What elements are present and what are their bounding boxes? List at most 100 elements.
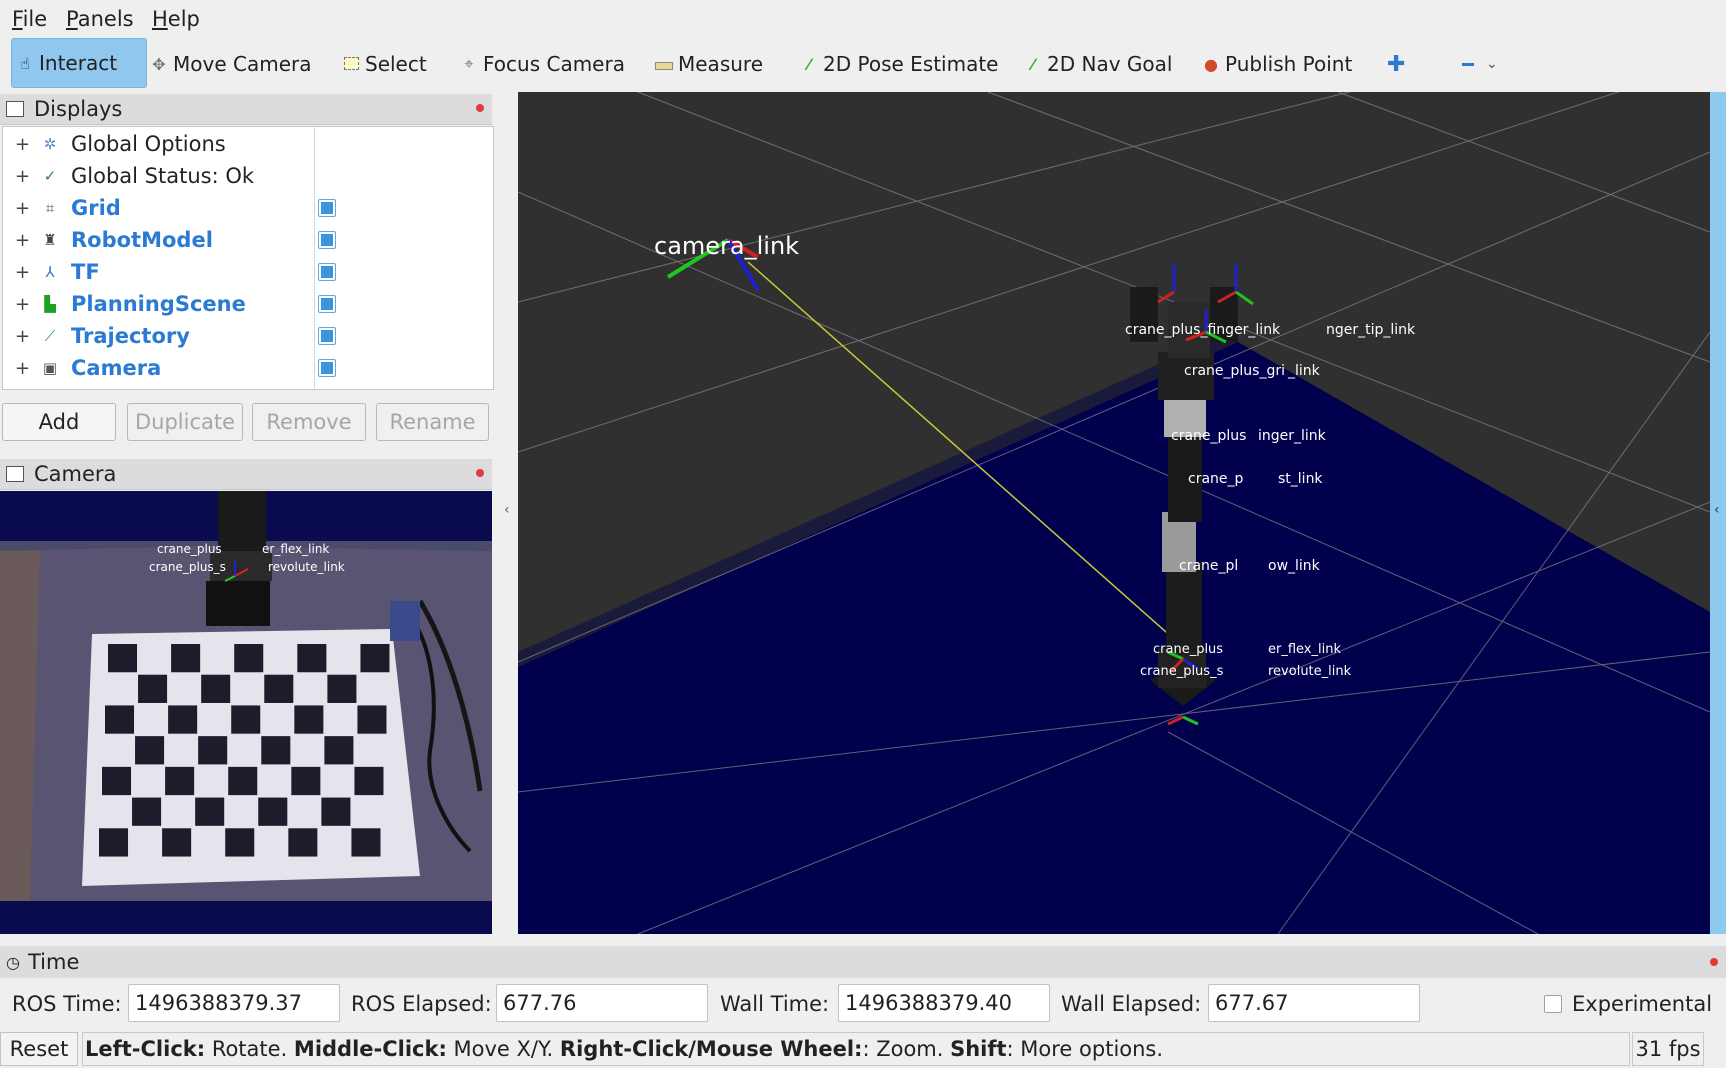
interact-tool-button[interactable]: ☝ Interact (11, 38, 147, 88)
selection-box-icon (342, 55, 360, 74)
frame-label-shoulder-revolute-suffix: revolute_link (1268, 664, 1352, 679)
move-camera-tool-button[interactable]: ✥ Move Camera (150, 38, 311, 90)
display-row-global-options[interactable]: + ✲ Global Options (3, 128, 493, 160)
frame-label-moving-finger: crane_plus (1171, 428, 1246, 444)
frame-label-moving-finger-suffix: inger_link (1258, 428, 1327, 444)
planningscene-enabled-checkbox[interactable] (318, 295, 336, 313)
chevron-left-icon[interactable]: ‹ (1714, 502, 1720, 518)
camera-overlay-label: crane_plus (157, 542, 222, 556)
expand-icon[interactable]: + (15, 166, 30, 187)
grid-enabled-checkbox[interactable] (318, 199, 336, 217)
expand-icon[interactable]: + (15, 262, 30, 283)
wall-elapsed-field[interactable]: 677.67 (1208, 984, 1420, 1022)
camera-image-view[interactable]: crane_plus er_flex_link crane_plus_s rev… (0, 491, 492, 934)
expand-icon[interactable]: + (15, 134, 30, 155)
wall-time-field[interactable]: 1496388379.40 (838, 984, 1050, 1022)
display-row-camera[interactable]: + ▣ Camera (3, 352, 493, 384)
add-tool-button[interactable]: ✚ (1387, 38, 1405, 90)
publish-point-tool-button[interactable]: ● Publish Point (1202, 38, 1352, 90)
expand-icon[interactable]: + (15, 294, 30, 315)
close-icon[interactable] (476, 469, 484, 477)
display-row-tf[interactable]: + ⅄ TF (3, 256, 493, 288)
ros-time-label: ROS Time: (12, 992, 122, 1016)
chevron-down-icon: ⌄ (1486, 56, 1498, 72)
move-arrows-icon: ✥ (152, 54, 166, 74)
ros-time-field[interactable]: 1496388379.37 (128, 984, 340, 1022)
axes-icon: ⅄ (45, 263, 55, 281)
checker-square (288, 828, 318, 857)
robotmodel-enabled-checkbox[interactable] (318, 231, 336, 249)
green-arrow-icon: ⁄ (807, 54, 811, 74)
frame-label-finger-tip: crane_plus_finger_link (1125, 322, 1281, 338)
menu-bar: File Panels Help (0, 0, 1726, 38)
menu-file[interactable]: File (12, 7, 47, 31)
camera-overlay-label: revolute_link (268, 560, 345, 574)
expand-icon[interactable]: + (15, 198, 30, 219)
tf-enabled-checkbox[interactable] (318, 263, 336, 281)
checker-square (171, 644, 201, 673)
chevron-left-icon[interactable]: ‹ (504, 502, 510, 518)
menu-panels[interactable]: Panels (66, 7, 134, 31)
camera-panel-title: Camera (34, 462, 117, 486)
checker-square (225, 828, 255, 857)
frame-label-shoulder-flex: crane_plus (1153, 642, 1223, 657)
display-row-robotmodel[interactable]: + ♜ RobotModel (3, 224, 493, 256)
menu-help[interactable]: Help (152, 7, 200, 31)
checker-square (354, 766, 384, 796)
reset-button[interactable]: Reset (0, 1032, 78, 1066)
remove-tool-button[interactable]: ⌄ (1462, 38, 1498, 90)
checker-square (234, 644, 264, 673)
frame-label-shoulder-revolute: crane_plus_s (1140, 664, 1224, 679)
time-panel-title: Time (27, 950, 80, 974)
3d-scene: camera_link crane_plus_finger_link nger_… (518, 92, 1710, 934)
checker-square (198, 736, 228, 765)
right-dock-splitter[interactable]: ‹ (1710, 92, 1726, 934)
displays-tree: + ✲ Global Options + ✓ Global Status: Ok… (2, 126, 494, 390)
checker-square (138, 674, 168, 703)
frame-label-elbow-suffix: ow_link (1268, 558, 1321, 574)
remove-display-button[interactable]: Remove (252, 403, 366, 441)
checker-square (201, 674, 231, 703)
expand-icon[interactable]: + (15, 358, 30, 379)
monitor-icon (6, 101, 24, 117)
left-dock-splitter[interactable]: ‹ (496, 92, 516, 934)
duplicate-display-button[interactable]: Duplicate (127, 403, 243, 441)
ros-elapsed-field[interactable]: 677.76 (496, 984, 708, 1022)
pose-estimate-tool-button[interactable]: ⁄ 2D Pose Estimate (800, 38, 999, 90)
display-row-planningscene[interactable]: + ▙ PlanningScene (3, 288, 493, 320)
display-row-trajectory[interactable]: + ⟋ Trajectory (3, 320, 493, 352)
checker-square (324, 736, 354, 765)
robot-icon: ♜ (43, 231, 57, 249)
close-icon[interactable] (476, 104, 484, 112)
close-icon[interactable] (1710, 958, 1718, 966)
focus-camera-tool-button[interactable]: ⌖ Focus Camera (460, 38, 624, 90)
plus-icon: ✚ (1387, 51, 1406, 77)
display-row-grid[interactable]: + ⌗ Grid (3, 192, 493, 224)
camera-overlay-label: crane_plus_s (149, 560, 226, 574)
camera-feed-image: crane_plus er_flex_link crane_plus_s rev… (0, 491, 492, 934)
experimental-checkbox[interactable] (1544, 995, 1562, 1013)
displays-panel-title: Displays (34, 97, 123, 121)
trajectory-enabled-checkbox[interactable] (318, 327, 336, 345)
checker-square (195, 797, 225, 826)
rename-display-button[interactable]: Rename (376, 403, 489, 441)
expand-icon[interactable]: + (15, 326, 30, 347)
frame-label-camera-link: camera_link (654, 232, 799, 260)
measure-tool-button[interactable]: Measure (655, 38, 763, 90)
display-row-global-status[interactable]: + ✓ Global Status: Ok (3, 160, 493, 192)
select-tool-button[interactable]: Select (342, 38, 427, 90)
3d-render-view[interactable]: camera_link crane_plus_finger_link nger_… (518, 92, 1710, 934)
expand-icon[interactable]: + (15, 230, 30, 251)
gear-icon: ✲ (43, 135, 57, 153)
frame-label-shoulder-flex-suffix: er_flex_link (1268, 642, 1341, 657)
checker-square (321, 797, 351, 826)
grid-icon: ⌗ (45, 199, 55, 217)
frame-label-finger-tip-right: nger_tip_link (1326, 322, 1416, 338)
checker-square (351, 828, 381, 857)
camera-enabled-checkbox[interactable] (318, 359, 336, 377)
ros-elapsed-label: ROS Elapsed: (351, 992, 492, 1016)
checker-square (360, 644, 390, 673)
add-display-button[interactable]: Add (2, 403, 116, 441)
checker-square (168, 705, 198, 734)
nav-goal-tool-button[interactable]: ⁄ 2D Nav Goal (1024, 38, 1173, 90)
